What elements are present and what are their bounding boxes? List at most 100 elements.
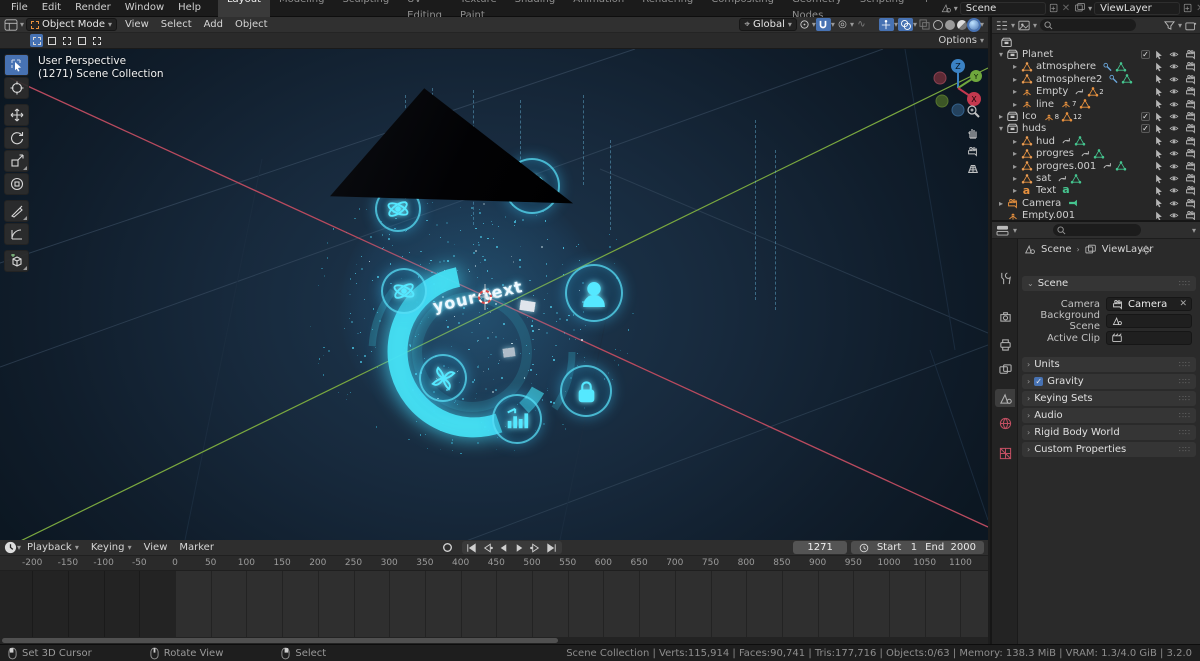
anim-icon[interactable] [1074,87,1085,97]
selectable-icon[interactable] [1154,124,1164,134]
properties-tab-world[interactable] [995,414,1015,432]
wrench-icon[interactable] [1102,62,1113,72]
active-clip-input[interactable] [1106,331,1192,345]
collection-checkbox[interactable]: ✓ [1141,50,1150,59]
menu-file[interactable]: File [4,0,35,16]
shading-rendered-icon[interactable] [969,20,979,30]
selectable-icon[interactable] [1154,198,1164,208]
anim-icon[interactable] [1080,149,1091,159]
camg-icon[interactable] [1067,198,1079,208]
clear-icon[interactable]: ✕ [1179,299,1187,309]
nav-grid-icon[interactable] [966,163,980,175]
meshg-icon[interactable] [1070,174,1082,184]
prev-keyframe-button[interactable] [480,541,496,554]
tool-scale-button[interactable] [4,150,29,172]
filter-id-icon[interactable] [1018,20,1030,31]
expander-icon[interactable]: ▸ [1010,162,1020,171]
expander-icon[interactable]: ▸ [1010,174,1020,183]
outliner-row-camera[interactable]: ▸ Camera [992,197,1200,209]
play-reverse-button[interactable] [496,541,512,554]
outliner-row-sat[interactable]: ▸ sat [992,172,1200,184]
emptyo-icon[interactable] [1060,99,1072,109]
menu-window[interactable]: Window [118,0,171,16]
outliner-row-ico[interactable]: ▸ Ico 812 ✓ [992,110,1200,122]
meshg-icon[interactable] [1121,74,1133,84]
meshg-icon[interactable] [1074,136,1086,146]
meshg-icon[interactable] [1093,149,1105,159]
emptyo-icon[interactable] [1043,112,1055,122]
tool-move-button[interactable] [4,104,29,126]
background-scene-input[interactable] [1106,314,1192,328]
scene-selector[interactable]: ▾ Scene ✕ [940,2,1070,15]
selectable-icon[interactable] [1154,74,1164,84]
timeline-menu-playback[interactable]: Playback ▾ [21,542,85,553]
hide-eye-icon[interactable] [1168,112,1180,121]
nav-magnifier-icon[interactable] [966,104,980,118]
timeline-menu-marker[interactable]: Marker [173,542,220,553]
meshg-icon[interactable] [1115,161,1127,171]
select-mode-intersect-icon[interactable] [90,34,103,47]
selectable-icon[interactable] [1154,136,1164,146]
section-units[interactable]: › Units∷∷ [1022,357,1196,372]
properties-tab-output[interactable] [995,335,1015,353]
mesho-icon[interactable] [1087,87,1099,97]
xray-toggle-icon[interactable] [917,18,932,31]
render-visibility-icon[interactable] [1184,61,1197,72]
expander-icon[interactable]: ▸ [1010,149,1020,158]
viewlayer-name-field[interactable]: ViewLayer [1094,2,1180,15]
expander-icon[interactable]: ▾ [996,50,1006,59]
meshg-icon[interactable] [1115,62,1127,72]
outliner-row-scene-collection[interactable] [992,36,1200,48]
selectable-icon[interactable] [1154,149,1164,159]
timeline-menu-view[interactable]: View [138,542,174,553]
render-visibility-icon[interactable] [1184,86,1197,97]
render-visibility-icon[interactable] [1184,111,1197,122]
hide-eye-icon[interactable] [1168,100,1180,109]
current-frame-field[interactable]: 1271 [793,541,846,554]
new-collection-icon[interactable] [1185,20,1197,31]
hide-eye-icon[interactable] [1168,75,1180,84]
hide-eye-icon[interactable] [1168,162,1180,171]
snap-magnet-icon[interactable] [816,18,831,31]
selectable-icon[interactable] [1154,161,1164,171]
timeline-ruler[interactable]: -200-150-100-500501001502002503003504004… [0,556,988,571]
viewlayer-selector[interactable]: ▾ ViewLayer ✕ [1074,2,1200,15]
options-dropdown[interactable]: Options▾ [938,35,984,46]
selectable-icon[interactable] [1154,50,1164,60]
hide-eye-icon[interactable] [1168,199,1180,208]
expander-icon[interactable]: ▸ [1010,137,1020,146]
hide-eye-icon[interactable] [1168,186,1180,195]
outliner-row-progres-001[interactable]: ▸ progres.001 [992,160,1200,172]
scrollbar-thumb[interactable] [2,638,558,643]
properties-tab-texture[interactable] [995,444,1015,462]
select-mode-invert-icon[interactable] [75,34,88,47]
section-rigid-body-world[interactable]: › Rigid Body World∷∷ [1022,425,1196,440]
timeline-track-area[interactable] [0,571,988,637]
render-visibility-icon[interactable] [1184,74,1197,85]
outliner-row-atmosphere[interactable]: ▸ atmosphere [992,61,1200,73]
collection-checkbox[interactable]: ✓ [1141,124,1150,133]
wrench-icon[interactable] [1108,74,1119,84]
menu-render[interactable]: Render [68,0,118,16]
outliner-row-line[interactable]: ▸ line 7 [992,98,1200,110]
outliner-row-planet[interactable]: ▾ Planet ✓ [992,48,1200,60]
shading-solid-icon[interactable] [945,20,955,30]
properties-tab-render[interactable] [995,307,1015,325]
expander-icon[interactable]: ▸ [996,112,1006,121]
render-visibility-icon[interactable] [1184,161,1197,172]
hide-eye-icon[interactable] [1168,124,1180,133]
outliner-row-empty[interactable]: ▸ Empty 2 [992,86,1200,98]
render-visibility-icon[interactable] [1184,136,1197,147]
selectable-icon[interactable] [1154,62,1164,72]
tool-add-cube-button[interactable] [4,250,29,272]
properties-tab-tool[interactable] [995,269,1015,287]
hide-eye-icon[interactable] [1168,50,1180,59]
timeline-menu-keying[interactable]: Keying ▾ [85,542,138,553]
expander-icon[interactable]: ▸ [1010,186,1020,195]
render-visibility-icon[interactable] [1184,173,1197,184]
expander-icon[interactable]: ▸ [1010,100,1020,109]
menu-edit[interactable]: Edit [35,0,68,16]
outliner-row-progres[interactable]: ▸ progres [992,148,1200,160]
tool-measure-button[interactable] [4,223,29,245]
scene-panel-header[interactable]: ⌄Scene∷∷ [1022,276,1196,291]
